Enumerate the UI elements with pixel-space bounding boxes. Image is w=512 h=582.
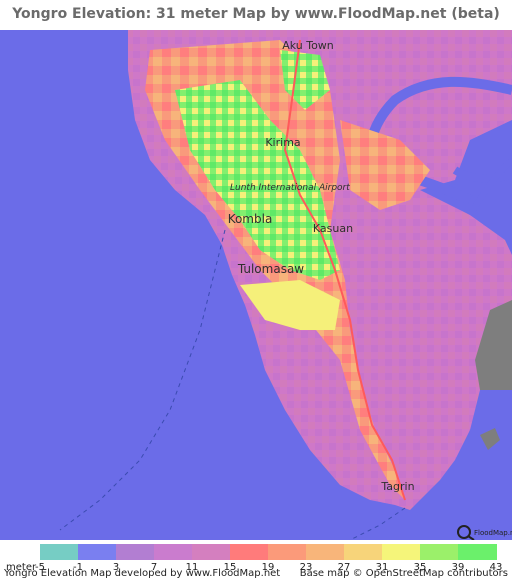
place-label-kirima: Kirima <box>265 136 300 149</box>
legend-swatch <box>78 544 117 560</box>
legend-swatch <box>192 544 231 560</box>
legend-swatch <box>40 544 79 560</box>
place-label-airport: Lunth International Airport <box>230 183 350 193</box>
legend-swatches <box>40 544 497 560</box>
legend-swatch <box>268 544 307 560</box>
legend-swatch <box>230 544 269 560</box>
place-label-kasuan: Kasuan <box>313 222 353 235</box>
place-label-tagrin: Tagrin <box>380 480 414 493</box>
legend-swatch <box>420 544 459 560</box>
svg-text:FloodMap.net: FloodMap.net <box>474 529 512 537</box>
legend-swatch <box>116 544 155 560</box>
place-label-kombla: Kombla <box>228 212 273 226</box>
legend-swatch <box>382 544 421 560</box>
place-label-aku-town: Aku Town <box>282 39 334 52</box>
page-title: Yongro Elevation: 31 meter Map by www.Fl… <box>12 6 500 22</box>
place-label-tulomasaw: Tulomasaw <box>237 262 304 276</box>
footer-attribution: Base map © OpenStreetMap contributors <box>299 568 508 579</box>
legend-swatch <box>344 544 383 560</box>
legend-swatch <box>154 544 193 560</box>
legend-swatch <box>458 544 497 560</box>
legend-swatch <box>306 544 345 560</box>
elevation-map[interactable]: Aku Town Kirima Lunth International Airp… <box>0 30 512 540</box>
footer-credit: Yongro Elevation Map developed by www.Fl… <box>4 568 281 579</box>
